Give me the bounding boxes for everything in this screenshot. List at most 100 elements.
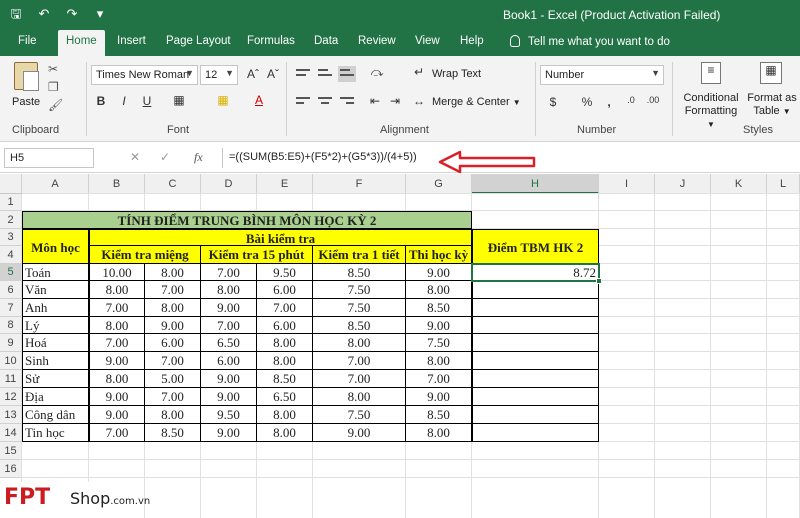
header-mon-hoc[interactable]: Môn học xyxy=(22,229,89,264)
decrease-decimal-icon[interactable]: .00 xyxy=(644,95,662,105)
merge-center-icon[interactable]: ↔ xyxy=(410,94,428,108)
column-header-h[interactable]: H xyxy=(472,174,599,194)
cell-score-b[interactable]: 9.00 xyxy=(89,406,145,424)
cell-score-c[interactable]: 8.00 xyxy=(145,299,201,317)
underline-button[interactable]: U xyxy=(138,94,156,108)
cell-score-c[interactable]: 8.00 xyxy=(145,406,201,424)
cell-diem-tbm[interactable] xyxy=(472,317,599,334)
cell-subject-name[interactable]: Sinh xyxy=(22,352,89,370)
row-header-1[interactable]: 1 xyxy=(0,194,22,211)
bold-button[interactable]: B xyxy=(92,94,110,108)
tab-home[interactable]: Home xyxy=(58,30,105,56)
insert-function-icon[interactable]: fx xyxy=(194,150,203,165)
cell-score-f[interactable]: 8.50 xyxy=(313,317,406,334)
tab-insert[interactable]: Insert xyxy=(117,35,146,47)
cell-score-d[interactable]: 7.00 xyxy=(201,264,257,281)
paste-icon[interactable] xyxy=(14,62,39,91)
italic-button[interactable]: I xyxy=(115,94,133,108)
row-header-12[interactable]: 12 xyxy=(0,388,22,406)
column-header-l[interactable]: L xyxy=(767,174,800,194)
header-kt-15-phut[interactable]: Kiểm tra 15 phút xyxy=(201,246,313,264)
cell-score-f[interactable]: 9.00 xyxy=(313,424,406,442)
font-size-select[interactable]: 12 ▼ xyxy=(200,65,238,85)
increase-decimal-icon[interactable]: .0 xyxy=(622,95,640,105)
format-as-table-icon[interactable]: ▦ xyxy=(760,62,782,84)
number-format-select[interactable]: Number ▼ xyxy=(540,65,664,85)
cell-score-d[interactable]: 8.00 xyxy=(201,281,257,299)
row-header-14[interactable]: 14 xyxy=(0,424,22,442)
column-header-e[interactable]: E xyxy=(257,174,313,194)
align-left-icon[interactable] xyxy=(294,94,312,110)
cell-score-g[interactable]: 7.00 xyxy=(406,370,472,388)
cell-score-c[interactable]: 7.00 xyxy=(145,281,201,299)
cell-score-e[interactable]: 8.00 xyxy=(257,406,313,424)
cell-subject-name[interactable]: Địa xyxy=(22,388,89,406)
cell-score-f[interactable]: 8.50 xyxy=(313,264,406,281)
format-painter-icon[interactable]: 🖌 xyxy=(48,98,63,112)
redo-icon[interactable]: ↷ xyxy=(64,6,80,22)
save-icon[interactable]: 🖫 xyxy=(8,6,24,22)
sheet-title-cell[interactable]: TÍNH ĐIỂM TRUNG BÌNH MÔN HỌC KỲ 2 xyxy=(22,211,472,229)
cell-subject-name[interactable]: Tin học xyxy=(22,424,89,442)
row-header-4[interactable]: 4 xyxy=(0,246,22,264)
tab-view[interactable]: View xyxy=(415,35,440,47)
currency-icon[interactable]: $ xyxy=(544,95,562,109)
cell-score-g[interactable]: 9.00 xyxy=(406,264,472,281)
conditional-formatting-icon[interactable]: ≡ xyxy=(701,62,721,84)
undo-icon[interactable]: ↶ xyxy=(36,6,52,22)
cell-score-e[interactable]: 8.00 xyxy=(257,352,313,370)
cell-score-f[interactable]: 7.50 xyxy=(313,281,406,299)
cell-diem-tbm[interactable] xyxy=(472,334,599,352)
row-header-10[interactable]: 10 xyxy=(0,352,22,370)
cell-score-b[interactable]: 7.00 xyxy=(89,334,145,352)
cell-subject-name[interactable]: Lý xyxy=(22,317,89,334)
tell-me-box[interactable]: Tell me what you want to do xyxy=(510,35,670,48)
comma-style-icon[interactable]: , xyxy=(600,95,618,109)
cell-score-c[interactable]: 7.00 xyxy=(145,388,201,406)
row-header-15[interactable]: 15 xyxy=(0,442,22,460)
row-header-8[interactable]: 8 xyxy=(0,317,22,334)
cell-score-d[interactable]: 6.50 xyxy=(201,334,257,352)
column-header-j[interactable]: J xyxy=(655,174,711,194)
cell-diem-tbm[interactable] xyxy=(472,299,599,317)
cell-diem-tbm[interactable] xyxy=(472,424,599,442)
cell-score-e[interactable]: 8.50 xyxy=(257,370,313,388)
worksheet-grid[interactable]: A B C D E F G H I J K L 1 2 3 4 5 6 7 8 9 10 11 12 13 14 15 16 TÍNH … xyxy=(0,174,800,518)
cell-score-e[interactable]: 6.00 xyxy=(257,317,313,334)
tab-formulas[interactable]: Formulas xyxy=(247,35,295,47)
cell-score-d[interactable]: 9.00 xyxy=(201,370,257,388)
active-cell-selection[interactable] xyxy=(471,263,602,284)
cell-subject-name[interactable]: Hoá xyxy=(22,334,89,352)
cell-score-b[interactable]: 10.00 xyxy=(89,264,145,281)
merge-center-button[interactable]: Merge & Center ▼ xyxy=(432,96,521,108)
conditional-formatting-button[interactable]: Conditional Formatting ▼ xyxy=(682,92,740,131)
cell-score-f[interactable]: 7.50 xyxy=(313,406,406,424)
column-header-a[interactable]: A xyxy=(22,174,89,194)
row-header-2[interactable]: 2 xyxy=(0,211,22,229)
cancel-icon[interactable]: ✕ xyxy=(130,150,140,164)
row-header-7[interactable]: 7 xyxy=(0,299,22,317)
cell-diem-tbm[interactable] xyxy=(472,370,599,388)
cell-score-c[interactable]: 9.00 xyxy=(145,317,201,334)
row-header-5[interactable]: 5 xyxy=(0,264,22,281)
column-header-b[interactable]: B xyxy=(89,174,145,194)
row-header-6[interactable]: 6 xyxy=(0,281,22,299)
header-diem-tbm[interactable]: Điểm TBM HK 2 xyxy=(472,229,599,264)
cell-score-b[interactable]: 9.00 xyxy=(89,388,145,406)
column-header-c[interactable]: C xyxy=(145,174,201,194)
cell-score-c[interactable]: 8.00 xyxy=(145,264,201,281)
row-header-13[interactable]: 13 xyxy=(0,406,22,424)
tab-help[interactable]: Help xyxy=(460,35,484,47)
fill-handle[interactable] xyxy=(596,278,602,284)
wrap-text-icon[interactable]: ↵ xyxy=(410,65,428,79)
bottom-align-icon[interactable] xyxy=(338,66,356,82)
cell-score-e[interactable]: 8.00 xyxy=(257,334,313,352)
cell-score-d[interactable]: 6.00 xyxy=(201,352,257,370)
cell-subject-name[interactable]: Sử xyxy=(22,370,89,388)
cell-score-f[interactable]: 7.00 xyxy=(313,352,406,370)
cell-score-e[interactable]: 7.00 xyxy=(257,299,313,317)
cell-score-b[interactable]: 7.00 xyxy=(89,424,145,442)
cell-score-g[interactable]: 8.00 xyxy=(406,352,472,370)
middle-align-icon[interactable] xyxy=(316,66,334,82)
cell-score-d[interactable]: 7.00 xyxy=(201,317,257,334)
